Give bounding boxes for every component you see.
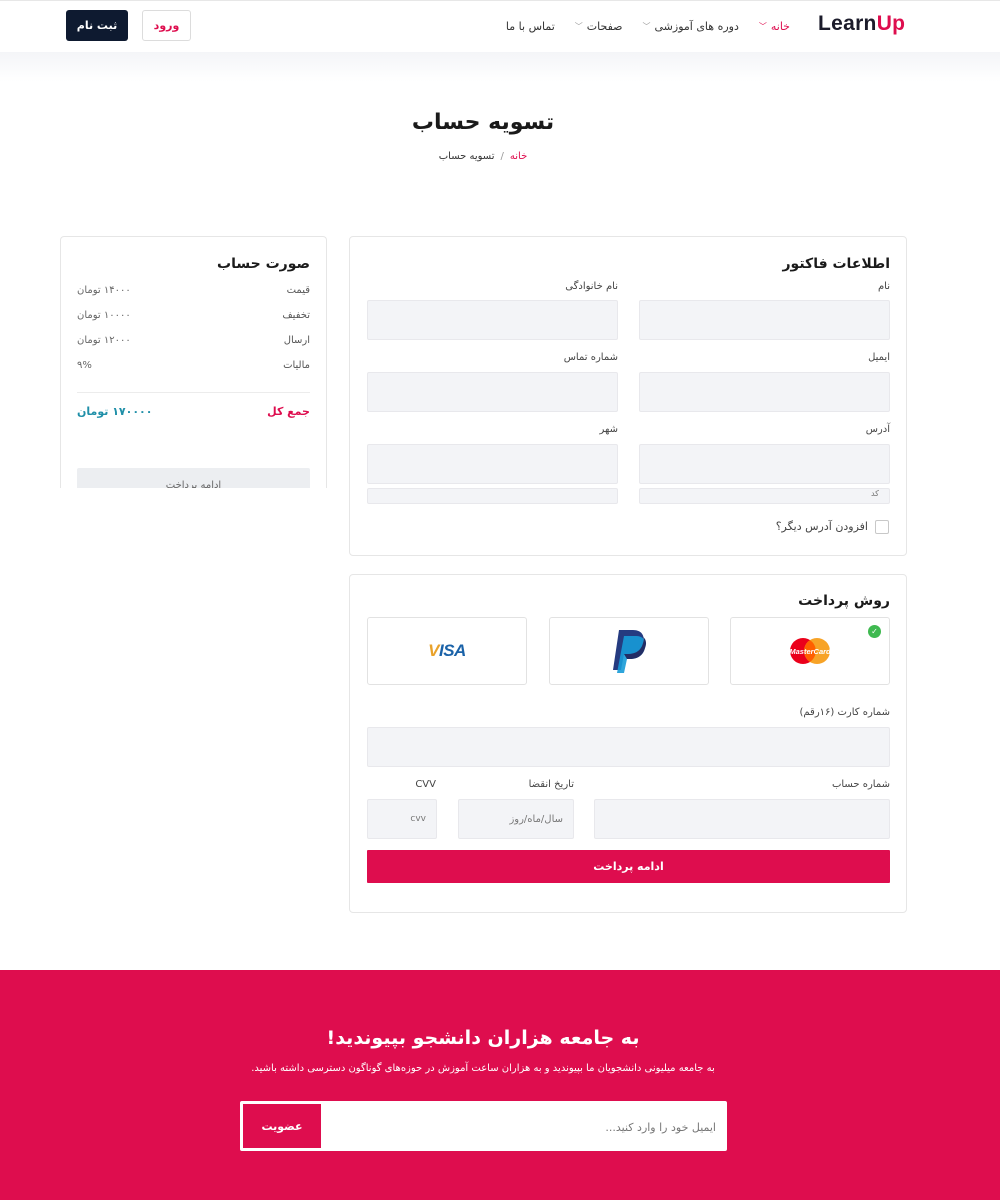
signup-button[interactable]: ثبت نام <box>66 10 128 41</box>
logo-learn: Learn <box>818 12 877 35</box>
summary-row-value: ۱۰۰۰۰ تومان <box>77 310 131 321</box>
newsletter-join-button[interactable]: عضویت <box>243 1104 321 1148</box>
mastercard-logo-icon: MasterCard <box>789 638 831 664</box>
phone-field[interactable] <box>367 372 618 412</box>
summary-total: جمع کل ۱۷۰۰۰۰ تومان <box>77 405 310 421</box>
summary-title: صورت حساب <box>217 256 310 272</box>
nav-item-label: دوره های آموزشی <box>654 19 739 33</box>
expiry-field[interactable]: سال/ماه/روز <box>458 799 574 839</box>
summary-row-discount: تخفیف ۱۰۰۰۰ تومان <box>77 310 310 324</box>
continue-payment-button[interactable]: ادامه پرداخت <box>367 850 890 883</box>
summary-row-label: تخفیف <box>282 310 310 321</box>
expiry-placeholder: سال/ماه/روز <box>509 813 563 825</box>
address-field[interactable] <box>639 444 890 484</box>
page-title: تسویه حساب <box>411 110 555 135</box>
nav-item-contact[interactable]: تماس با ما <box>506 20 555 33</box>
cvv-field[interactable]: cvv <box>367 799 437 839</box>
add-address-label[interactable]: افزودن آدرس دیگر؟ <box>776 520 868 533</box>
email-field[interactable] <box>639 372 890 412</box>
newsletter-section <box>0 970 1000 1200</box>
visa-logo-icon: VISA <box>428 641 466 660</box>
last-name-label: نام خانوادگی <box>565 281 618 292</box>
chevron-down-icon: ﹀ <box>642 21 651 31</box>
nav-item-pages[interactable]: صفحات ﹀ <box>575 20 623 33</box>
last-name-field[interactable] <box>367 300 618 340</box>
summary-total-label: جمع کل <box>267 405 310 418</box>
email-label: ایمیل <box>868 352 890 363</box>
payment-option-visa[interactable]: VISA <box>367 617 527 685</box>
first-name-field[interactable] <box>639 300 890 340</box>
summary-row-label: قیمت <box>286 285 310 296</box>
breadcrumb: خانه / تسویه حساب <box>0 151 966 162</box>
account-number-label: شماره حساب <box>831 779 890 790</box>
payment-option-mastercard[interactable]: MasterCard ✓ <box>730 617 890 685</box>
summary-total-value: ۱۷۰۰۰۰ تومان <box>77 405 153 418</box>
account-number-field[interactable] <box>594 799 890 839</box>
payment-title: روش پرداخت <box>798 593 890 609</box>
clipped-field[interactable] <box>367 488 618 504</box>
breadcrumb-current: تسویه حساب <box>438 151 495 162</box>
summary-row-label: ارسال <box>283 335 310 346</box>
nav-item-label: تماس با ما <box>505 19 555 33</box>
summary-row-value: ۹% <box>77 360 92 371</box>
summary-row-value: ۱۴۰۰۰ تومان <box>77 285 131 296</box>
breadcrumb-separator: / <box>500 151 504 162</box>
nav-item-label: خانه <box>770 19 790 33</box>
add-address-checkbox[interactable] <box>875 520 889 534</box>
breadcrumb-home-link[interactable]: خانه <box>510 151 527 162</box>
expiry-label: تاریخ انقضا <box>528 779 574 790</box>
nav-item-label: صفحات <box>586 19 623 33</box>
postal-code-field[interactable]: کد <box>639 488 890 504</box>
nav-item-courses[interactable]: دوره های آموزشی ﹀ <box>643 20 739 33</box>
summary-row-tax: مالیات ۹% <box>77 360 310 374</box>
payment-option-paypal[interactable] <box>549 617 709 685</box>
mastercard-logo-text: MasterCard <box>789 647 831 656</box>
logo-up: Up <box>876 12 906 35</box>
address-label: آدرس <box>865 424 890 435</box>
first-name-label: نام <box>877 281 890 292</box>
check-icon: ✓ <box>868 625 881 638</box>
main-nav: خانه ﹀ دوره های آموزشی ﹀ صفحات ﹀ تماس با… <box>506 18 790 34</box>
city-label: شهر <box>599 424 618 435</box>
logo[interactable]: LearnUp <box>818 12 905 36</box>
cvv-placeholder: cvv <box>410 814 426 824</box>
summary-row-shipping: ارسال ۱۲۰۰۰ تومان <box>77 335 310 349</box>
chevron-down-icon: ﹀ <box>574 21 583 31</box>
summary-row-price: قیمت ۱۴۰۰۰ تومان <box>77 285 310 299</box>
cvv-label: CVV <box>415 779 436 790</box>
summary-row-label: مالیات <box>283 360 310 371</box>
billing-title: اطلاعات فاکتور <box>782 256 891 272</box>
summary-row-value: ۱۲۰۰۰ تومان <box>77 335 131 346</box>
newsletter-email-input[interactable]: ایمیل خود را وارد کنید... <box>330 1114 716 1140</box>
nav-item-home[interactable]: خانه ﹀ <box>759 20 790 33</box>
postal-code-clipped-text: کد <box>870 489 879 498</box>
login-button[interactable]: ورود <box>142 10 191 41</box>
hero-background <box>0 52 1000 82</box>
newsletter-title: به جامعه هزاران دانشجو بپیوندید! <box>326 1027 640 1049</box>
newsletter-subtitle: به جامعه میلیونی دانشجویان ما بپیوندید و… <box>251 1063 715 1074</box>
city-field[interactable] <box>367 444 618 484</box>
card-number-label: شماره کارت (۱۶رقم) <box>799 707 890 718</box>
phone-label: شماره تماس <box>563 352 618 363</box>
chevron-down-icon: ﹀ <box>758 21 767 31</box>
summary-checkout-button[interactable]: ادامه پرداخت <box>77 468 310 488</box>
paypal-logo-icon <box>613 630 647 673</box>
card-number-field[interactable] <box>367 727 890 767</box>
summary-divider <box>77 392 310 393</box>
